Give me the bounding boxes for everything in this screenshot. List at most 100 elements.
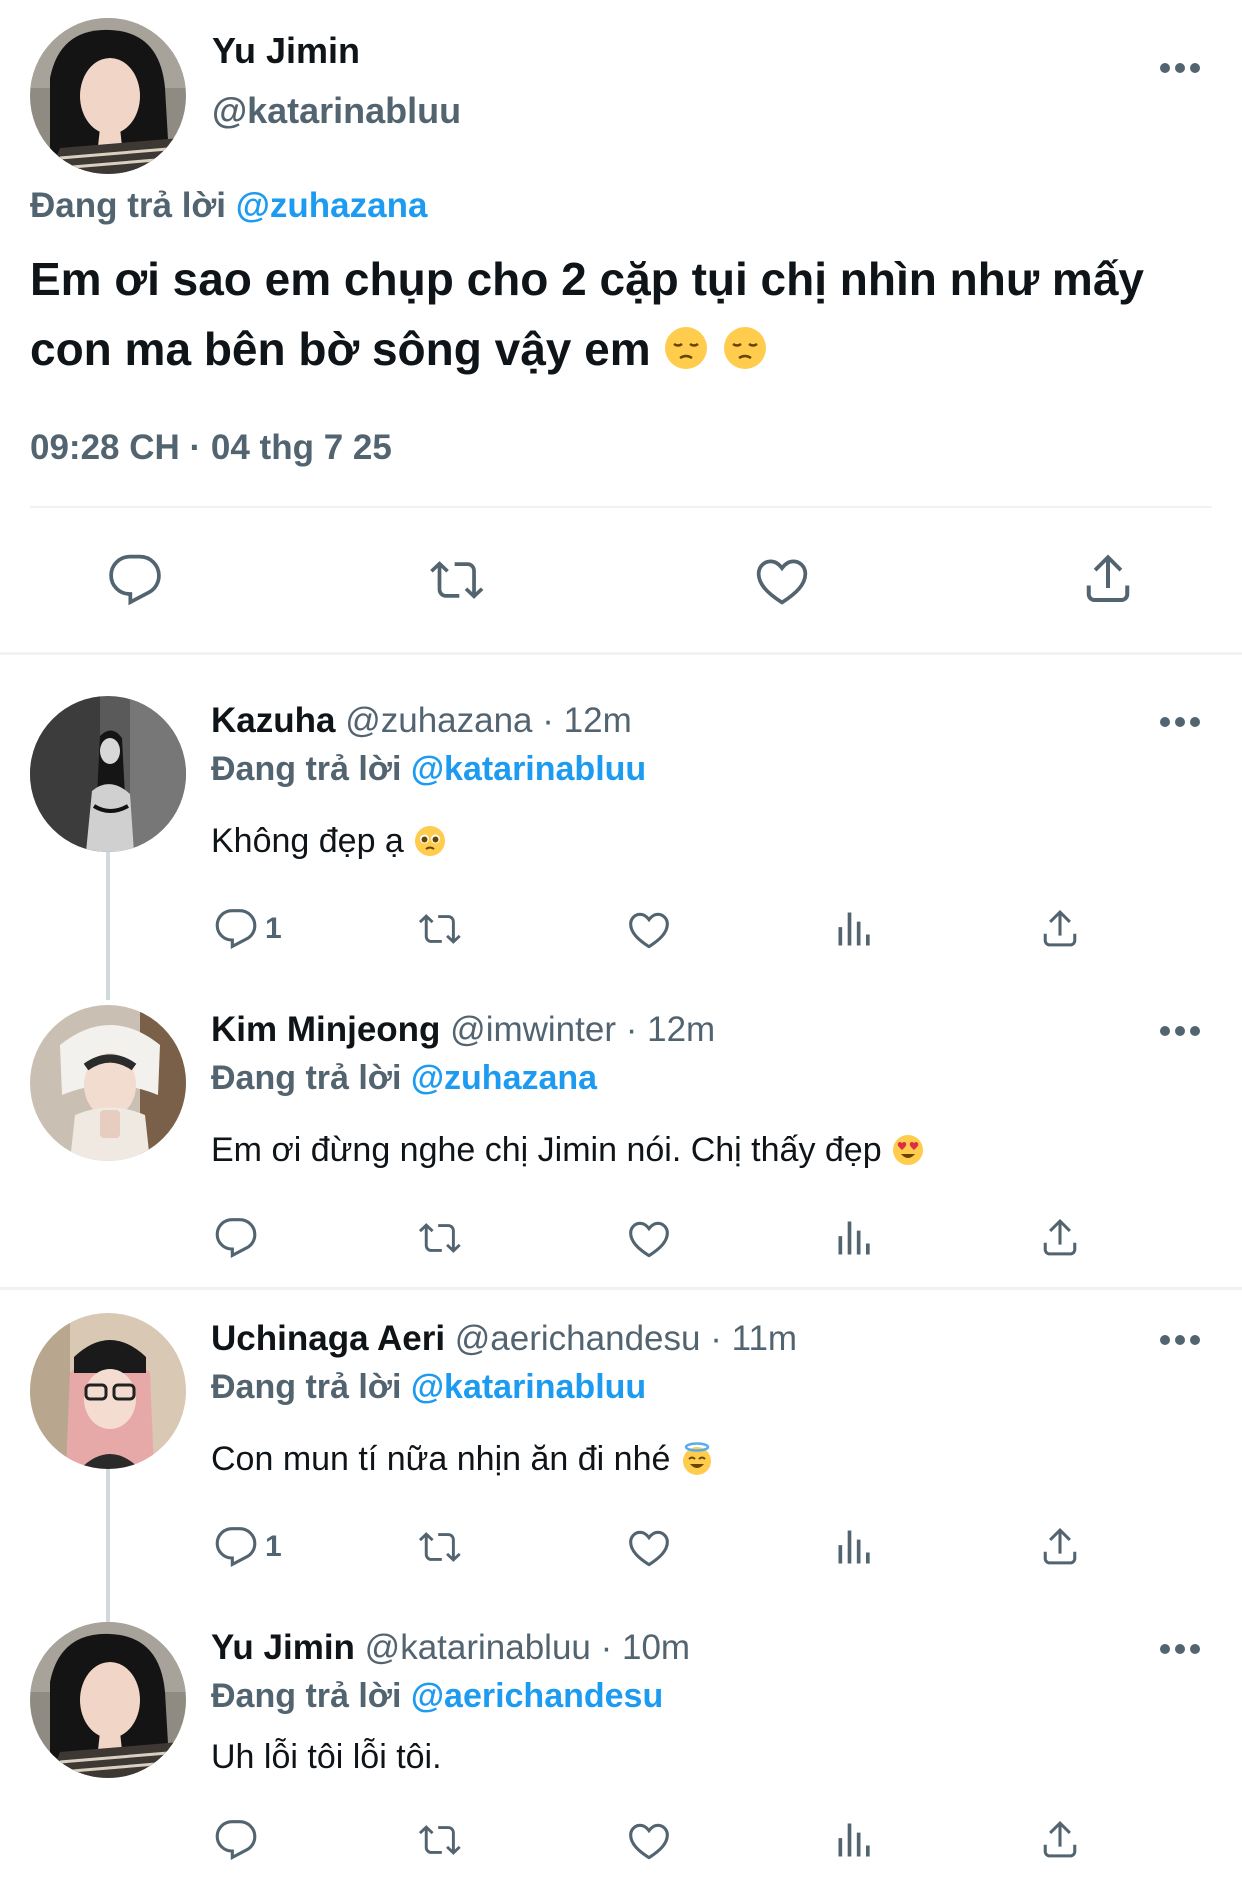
author-name[interactable]: Yu Jimin [211, 1628, 355, 1667]
reply-icon [109, 554, 161, 606]
author-name[interactable]: Yu Jimin [212, 30, 360, 72]
avatar[interactable] [30, 1622, 186, 1778]
share-icon [1043, 1218, 1077, 1256]
replying-to: Đang trả lời @katarinabluu [211, 750, 646, 789]
reply-icon [215, 1820, 257, 1860]
reply-header: Uchinaga Aeri @aerichandesu · 11m [211, 1319, 797, 1359]
more-options-icon[interactable] [1160, 717, 1200, 729]
reply-text: Con mun tí nữa nhịn ăn đi nhé [211, 1440, 714, 1479]
share-button[interactable] [1037, 1523, 1083, 1569]
retweet-button[interactable] [424, 552, 490, 608]
retweet-icon [418, 1532, 461, 1562]
share-button[interactable] [1078, 548, 1138, 608]
author-name[interactable]: Uchinaga Aeri [211, 1319, 445, 1358]
reply-time[interactable]: · 12m [626, 1010, 715, 1049]
replying-mention[interactable]: @zuhazana [236, 186, 428, 225]
reply-time[interactable]: · 12m [542, 701, 631, 740]
author-handle[interactable]: @imwinter [450, 1010, 616, 1049]
author-handle[interactable]: @zuhazana [345, 701, 532, 740]
thread-line [106, 1466, 110, 1622]
like-icon [756, 559, 808, 605]
replying-to: Đang trả lời @katarinabluu [211, 1368, 646, 1407]
like-button[interactable] [625, 1216, 673, 1260]
like-icon [629, 1221, 669, 1258]
reply-text-body: Em ơi đừng nghe chị Jimin nói. Chị thấy … [211, 1131, 882, 1169]
replying-mention[interactable]: @zuhazana [411, 1059, 597, 1097]
tweet-text-body: Em ơi sao em chụp cho 2 cặp tụi chị nhìn… [30, 253, 1144, 375]
replying-label: Đang trả lời [211, 750, 402, 788]
replying-mention[interactable]: @katarinabluu [411, 750, 646, 788]
author-name[interactable]: Kim Minjeong [211, 1010, 440, 1049]
reply-header: Kim Minjeong @imwinter · 12m [211, 1010, 715, 1050]
retweet-button[interactable] [414, 1525, 466, 1569]
section-separator [0, 652, 1242, 655]
more-options-icon[interactable] [1160, 1644, 1200, 1656]
avatar[interactable] [30, 1005, 186, 1161]
reply-text: Em ơi đừng nghe chị Jimin nói. Chị thấy … [211, 1131, 925, 1170]
views-icon [838, 1530, 870, 1564]
author-name[interactable]: Kazuha [211, 701, 335, 740]
like-button[interactable] [625, 1525, 673, 1569]
like-button[interactable] [752, 552, 812, 608]
views-icon [838, 1221, 870, 1255]
like-icon [629, 912, 669, 949]
reply-time[interactable]: · 11m [710, 1319, 797, 1358]
avatar[interactable] [30, 1313, 186, 1469]
reply-time[interactable]: · 10m [601, 1628, 690, 1667]
avatar[interactable] [30, 18, 186, 174]
share-icon [1086, 554, 1130, 602]
author-handle[interactable]: @katarinabluu [365, 1628, 591, 1667]
reply-button[interactable]: 1 [213, 907, 282, 951]
reply-count: 1 [265, 1530, 282, 1563]
reply-icon [215, 1527, 257, 1567]
thread-line [106, 850, 110, 1000]
author-handle[interactable]: @aerichandesu [455, 1319, 701, 1358]
views-icon [838, 912, 870, 946]
reply-header: Kazuha @zuhazana · 12m [211, 701, 632, 741]
halo-face-emoji [680, 1440, 714, 1478]
more-options-icon[interactable] [1160, 1026, 1200, 1038]
retweet-icon [418, 1223, 461, 1253]
replying-label: Đang trả lời [211, 1368, 402, 1406]
share-icon [1043, 1527, 1077, 1565]
views-button[interactable] [833, 907, 877, 951]
views-button[interactable] [833, 1818, 877, 1862]
reply-icon [215, 1218, 257, 1258]
like-button[interactable] [625, 1818, 673, 1862]
tweet-timestamp[interactable]: 09:28 CH · 04 thg 7 25 [30, 428, 392, 468]
reply-button[interactable] [106, 552, 164, 608]
avatar[interactable] [30, 696, 186, 852]
replying-label: Đang trả lời [211, 1677, 402, 1715]
views-icon [838, 1823, 870, 1857]
share-button[interactable] [1037, 1816, 1083, 1862]
more-options-icon[interactable] [1160, 63, 1200, 75]
share-button[interactable] [1037, 905, 1083, 951]
share-button[interactable] [1037, 1214, 1083, 1260]
retweet-icon [430, 561, 484, 599]
reply-text-body: Uh lỗi tôi lỗi tôi. [211, 1738, 442, 1776]
replying-label: Đang trả lời [30, 186, 227, 225]
pensive-face-emoji [722, 323, 768, 375]
like-button[interactable] [625, 907, 673, 951]
share-icon [1043, 1820, 1077, 1858]
author-handle[interactable]: @katarinabluu [212, 90, 461, 132]
reply-button[interactable] [213, 1818, 259, 1862]
more-options-icon[interactable] [1160, 1335, 1200, 1347]
views-button[interactable] [833, 1216, 877, 1260]
reply-button[interactable] [213, 1216, 259, 1260]
share-icon [1043, 909, 1077, 947]
retweet-button[interactable] [414, 907, 466, 951]
reply-button[interactable]: 1 [213, 1525, 282, 1569]
retweet-button[interactable] [414, 1216, 466, 1260]
reply-text: Uh lỗi tôi lỗi tôi. [211, 1738, 442, 1777]
reply-text-body: Không đẹp ạ [211, 822, 404, 860]
section-separator [0, 1287, 1242, 1290]
retweet-button[interactable] [414, 1818, 466, 1862]
like-icon [629, 1530, 669, 1567]
replying-mention[interactable]: @katarinabluu [411, 1368, 646, 1406]
reply-text-body: Con mun tí nữa nhịn ăn đi nhé [211, 1440, 671, 1478]
reply-icon [215, 909, 257, 949]
views-button[interactable] [833, 1525, 877, 1569]
replying-mention[interactable]: @aerichandesu [411, 1677, 663, 1715]
pensive-face-emoji [663, 323, 722, 375]
